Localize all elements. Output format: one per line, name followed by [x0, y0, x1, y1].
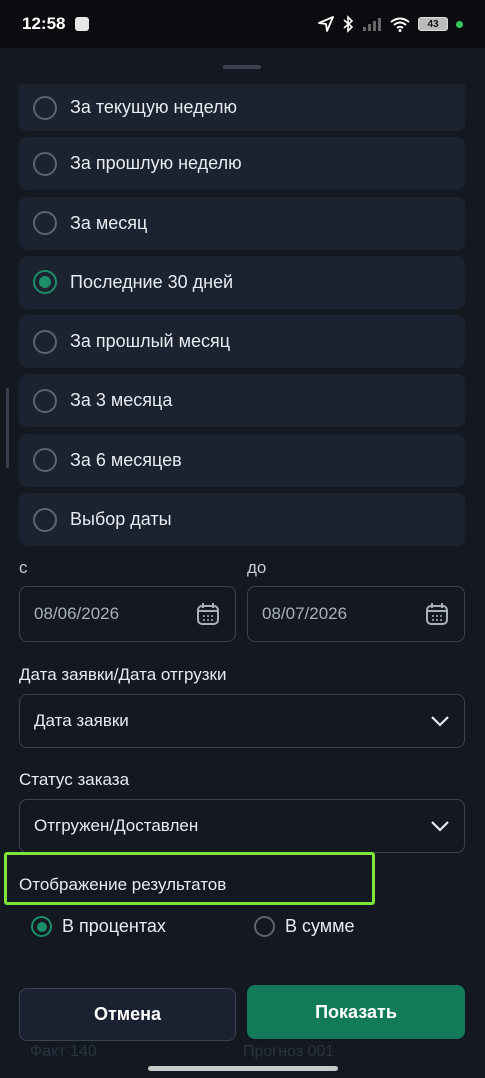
period-option-3-months[interactable]: За 3 месяца	[19, 374, 465, 428]
privacy-dot-icon	[456, 20, 463, 28]
scrollbar[interactable]	[6, 388, 9, 468]
radio-selected-icon[interactable]	[33, 270, 57, 295]
radio-selected-icon[interactable]	[31, 916, 52, 937]
cancel-button[interactable]: Отмена	[19, 988, 236, 1041]
radio-icon[interactable]	[33, 95, 57, 120]
date-type-label: Дата заявки/Дата отгрузки	[19, 665, 227, 684]
date-from-value: 08/06/2026	[34, 604, 120, 623]
period-option-custom-date[interactable]: Выбор даты	[19, 493, 465, 547]
radio-icon[interactable]	[254, 916, 275, 937]
result-option-sum[interactable]: В сумме	[244, 916, 355, 937]
date-from-field[interactable]: 08/06/2026	[19, 586, 236, 642]
result-option-percent[interactable]: В процентах	[21, 916, 166, 937]
bluetooth-icon	[343, 15, 354, 33]
option-label: Последние 30 дней	[70, 271, 234, 292]
period-option-last-week[interactable]: За прошлую неделю	[19, 137, 465, 191]
date-to-value: 08/07/2026	[262, 604, 348, 623]
battery-icon: 43	[418, 17, 448, 31]
sheet-drag-handle[interactable]	[223, 65, 261, 69]
notification-icon	[75, 17, 90, 31]
status-bar: 12:58 43	[0, 0, 485, 48]
option-label: За 3 месяца	[70, 390, 173, 411]
date-to-label: до	[247, 558, 267, 577]
status-icons: 43	[318, 15, 463, 33]
period-option-last-month[interactable]: За прошлый месяц	[19, 315, 465, 369]
option-label: За текущую неделю	[70, 97, 238, 117]
wifi-icon	[390, 17, 410, 32]
date-from-label: с	[19, 558, 28, 577]
calendar-icon[interactable]	[195, 601, 221, 627]
date-type-select[interactable]: Дата заявки	[19, 694, 465, 748]
signal-icon	[363, 18, 381, 31]
period-option-month[interactable]: За месяц	[19, 196, 465, 250]
period-option-last-30-days[interactable]: Последние 30 дней	[19, 255, 465, 309]
option-label: За прошлую неделю	[70, 153, 242, 174]
calendar-icon[interactable]	[424, 601, 450, 627]
date-to-field[interactable]: 08/07/2026	[247, 586, 465, 642]
period-option-current-week[interactable]: За текущую неделю	[19, 84, 465, 131]
result-option-label: В сумме	[285, 916, 355, 936]
period-options: За текущую неделю За прошлую неделю За м…	[19, 84, 465, 552]
order-status-select[interactable]: Отгружен/Доставлен	[19, 799, 465, 853]
status-time: 12:58	[22, 14, 66, 33]
result-option-label: В процентах	[62, 916, 166, 936]
date-type-value: Дата заявки	[34, 711, 129, 730]
option-label: За прошлый месяц	[70, 331, 231, 352]
period-option-6-months[interactable]: За 6 месяцев	[19, 433, 465, 487]
radio-icon[interactable]	[33, 507, 57, 532]
show-button[interactable]: Показать	[247, 985, 465, 1039]
radio-icon[interactable]	[33, 448, 57, 473]
option-label: За месяц	[70, 212, 148, 233]
radio-icon[interactable]	[33, 329, 57, 354]
order-status-label: Статус заказа	[19, 770, 130, 789]
background-fact-text: Факт 140	[30, 1043, 97, 1060]
radio-icon[interactable]	[33, 151, 57, 176]
chevron-down-icon	[431, 716, 449, 727]
option-label: За 6 месяцев	[70, 449, 182, 470]
radio-icon[interactable]	[33, 211, 57, 236]
radio-icon[interactable]	[33, 388, 57, 413]
chevron-down-icon	[431, 821, 449, 832]
highlight-box	[4, 852, 375, 905]
background-forecast-text: Прогноз 001	[243, 1043, 335, 1060]
location-arrow-icon	[318, 16, 334, 32]
home-indicator[interactable]	[148, 1066, 338, 1071]
option-label: Выбор даты	[70, 509, 172, 530]
order-status-value: Отгружен/Доставлен	[34, 816, 199, 835]
